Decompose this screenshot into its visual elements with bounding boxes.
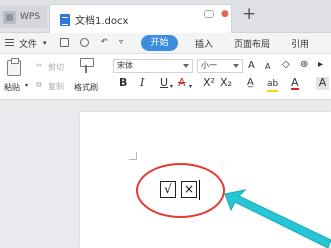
save-icon[interactable] — [60, 38, 69, 47]
clear-format-icon[interactable]: ◇ — [282, 59, 290, 71]
bold-button[interactable]: B — [119, 77, 127, 89]
paste-label[interactable]: 粘贴 — [4, 82, 20, 93]
tab-reference[interactable]: 引用 — [291, 37, 309, 50]
wps-home-tab[interactable]: WPS — [0, 6, 47, 28]
tab-close-dot-icon[interactable]: ● — [221, 9, 229, 19]
undo-icon[interactable]: ↶ — [101, 37, 108, 46]
italic-button[interactable]: I — [140, 77, 144, 89]
char-shading-button[interactable]: A — [316, 77, 329, 90]
cut-label[interactable]: 剪切 — [48, 62, 64, 73]
format-painter-icon[interactable] — [80, 58, 94, 74]
subscript-button[interactable]: X₂ — [220, 77, 232, 89]
font-size-select[interactable]: 小一 — [197, 59, 243, 73]
more-font-icon[interactable]: ▸ — [318, 59, 323, 71]
page-margin-corner-mark — [129, 152, 137, 160]
title-bar: WPS 文档1.docx ● + — [0, 0, 331, 34]
font-size-value: 小一 — [201, 61, 217, 70]
comment-bubble-icon[interactable] — [204, 10, 214, 18]
pinyin-guide-icon[interactable]: ⊛ — [300, 59, 308, 71]
menu-bar: 文件 ▾ ↶ ▿ 开始 插入 页面布局 引用 — [0, 33, 331, 54]
annotation-arrow-icon — [224, 189, 331, 248]
menu-file-caret-icon[interactable]: ▾ — [43, 39, 47, 47]
document-icon — [60, 13, 70, 26]
strikethrough-caret-icon[interactable]: ▾ — [189, 81, 192, 93]
copy-label[interactable]: 复制 — [48, 81, 64, 92]
font-size-caret-icon — [233, 64, 239, 68]
menu-file[interactable]: 文件 — [19, 37, 37, 50]
document-tab[interactable]: 文档1.docx ● — [49, 4, 232, 34]
superscript-button[interactable]: X² — [203, 77, 215, 89]
underline-button[interactable]: U — [160, 77, 168, 89]
paste-icon[interactable] — [7, 58, 21, 76]
new-tab-button[interactable]: + — [242, 6, 256, 23]
wps-logo-icon — [3, 10, 16, 24]
format-painter-label[interactable]: 格式刷 — [74, 82, 98, 93]
font-name-caret-icon — [183, 64, 189, 68]
annotation-red-circle — [136, 163, 225, 218]
hamburger-menu-icon[interactable] — [5, 39, 14, 46]
highlight-button[interactable]: ab — [267, 78, 279, 92]
more-caret-icon[interactable]: ▿ — [119, 37, 123, 46]
strikethrough-button[interactable]: A — [178, 77, 186, 89]
tab-page-layout[interactable]: 页面布局 — [234, 37, 270, 50]
tab-start[interactable]: 开始 — [141, 35, 178, 51]
paste-caret-icon[interactable]: ▾ — [25, 82, 28, 89]
document-tab-label: 文档1.docx — [75, 16, 129, 27]
font-color-button[interactable]: A — [291, 77, 299, 90]
wps-writer-window: WPS 文档1.docx ● + 文件 ▾ ↶ ▿ 开始 插入 页面布局 引用 … — [0, 0, 331, 248]
underline-caret-icon[interactable]: ▾ — [170, 81, 173, 93]
wps-home-label: WPS — [20, 12, 41, 22]
copy-icon[interactable]: ⧉ — [36, 80, 42, 90]
tab-insert[interactable]: 插入 — [195, 37, 213, 50]
cut-icon[interactable]: ✂ — [36, 61, 43, 70]
shrink-font-icon[interactable]: A — [265, 61, 270, 73]
font-name-value: 宋体 — [117, 61, 133, 70]
print-preview-icon[interactable] — [80, 38, 89, 47]
font-name-select[interactable]: 宋体 — [113, 59, 193, 73]
text-effect-icon[interactable]: A̲ — [247, 77, 254, 89]
grow-font-icon[interactable]: A — [248, 60, 255, 72]
